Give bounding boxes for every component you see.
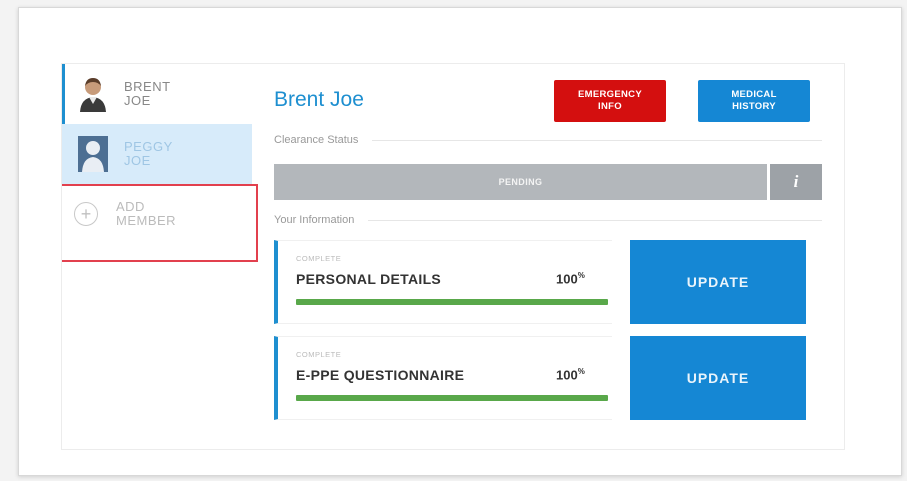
clearance-status-heading: Clearance Status (274, 126, 822, 154)
card-title: PERSONAL DETAILS (296, 271, 442, 287)
sidebar-member-brent[interactable]: BRENT JOE (62, 64, 252, 124)
sidebar-member-name: BRENT JOE (124, 79, 171, 108)
divider (372, 139, 822, 141)
add-member-label: ADD MEMBER (116, 199, 177, 228)
member-dashboard: BRENT JOE PEGGY JOE + ADD MEMBER Brent J… (61, 63, 845, 450)
card-percent-suffix: % (577, 271, 585, 280)
screenshot-frame: BRENT JOE PEGGY JOE + ADD MEMBER Brent J… (18, 7, 902, 476)
info-icon[interactable]: i (770, 164, 822, 200)
profile-name: Brent Joe (274, 88, 364, 111)
card-status: COMPLETE (296, 254, 342, 263)
clearance-status-label: Clearance Status (274, 134, 359, 146)
person-avatar-icon (78, 136, 108, 172)
profile-header: Brent Joe EMERGENCY INFO MEDICAL HISTORY (274, 64, 822, 126)
information-cards: COMPLETE PERSONAL DETAILS 100% UPDATE CO… (274, 240, 822, 420)
emergency-info-button[interactable]: EMERGENCY INFO (554, 80, 666, 122)
person-avatar-icon (80, 78, 106, 112)
progress-bar (296, 299, 608, 305)
sidebar-member-name: PEGGY JOE (124, 139, 173, 168)
card-percent-value: 100 (556, 271, 578, 287)
sidebar-member-peggy[interactable]: PEGGY JOE (62, 124, 252, 184)
info-card-personal-details: COMPLETE PERSONAL DETAILS 100% UPDATE (274, 240, 822, 324)
your-information-heading: Your Information (274, 206, 822, 234)
medical-history-button[interactable]: MEDICAL HISTORY (698, 80, 810, 122)
card-percent: 100% (556, 367, 585, 382)
progress-fill (296, 395, 608, 401)
card-body: COMPLETE E-PPE QUESTIONNAIRE 100% (274, 336, 612, 420)
card-body: COMPLETE PERSONAL DETAILS 100% (274, 240, 612, 324)
avatar (78, 136, 108, 172)
member-sidebar: BRENT JOE PEGGY JOE + ADD MEMBER (62, 64, 252, 449)
plus-circle-icon: + (74, 202, 98, 226)
card-percent-value: 100 (556, 367, 578, 383)
main-panel: Brent Joe EMERGENCY INFO MEDICAL HISTORY… (274, 64, 822, 449)
progress-fill (296, 299, 608, 305)
card-status: COMPLETE (296, 350, 342, 359)
update-questionnaire-button[interactable]: UPDATE (630, 336, 806, 420)
divider (368, 219, 822, 221)
card-percent-suffix: % (577, 367, 585, 376)
update-personal-details-button[interactable]: UPDATE (630, 240, 806, 324)
info-card-eppe-questionnaire: COMPLETE E-PPE QUESTIONNAIRE 100% UPDATE (274, 336, 822, 420)
card-title: E-PPE QUESTIONNAIRE (296, 367, 465, 383)
avatar (78, 76, 108, 112)
clearance-status-row: PENDING i (274, 164, 822, 200)
card-percent: 100% (556, 271, 585, 286)
your-information-label: Your Information (274, 214, 355, 226)
progress-bar (296, 395, 608, 401)
clearance-status-bar: PENDING (274, 164, 767, 200)
add-member-button[interactable]: + ADD MEMBER (62, 184, 252, 244)
